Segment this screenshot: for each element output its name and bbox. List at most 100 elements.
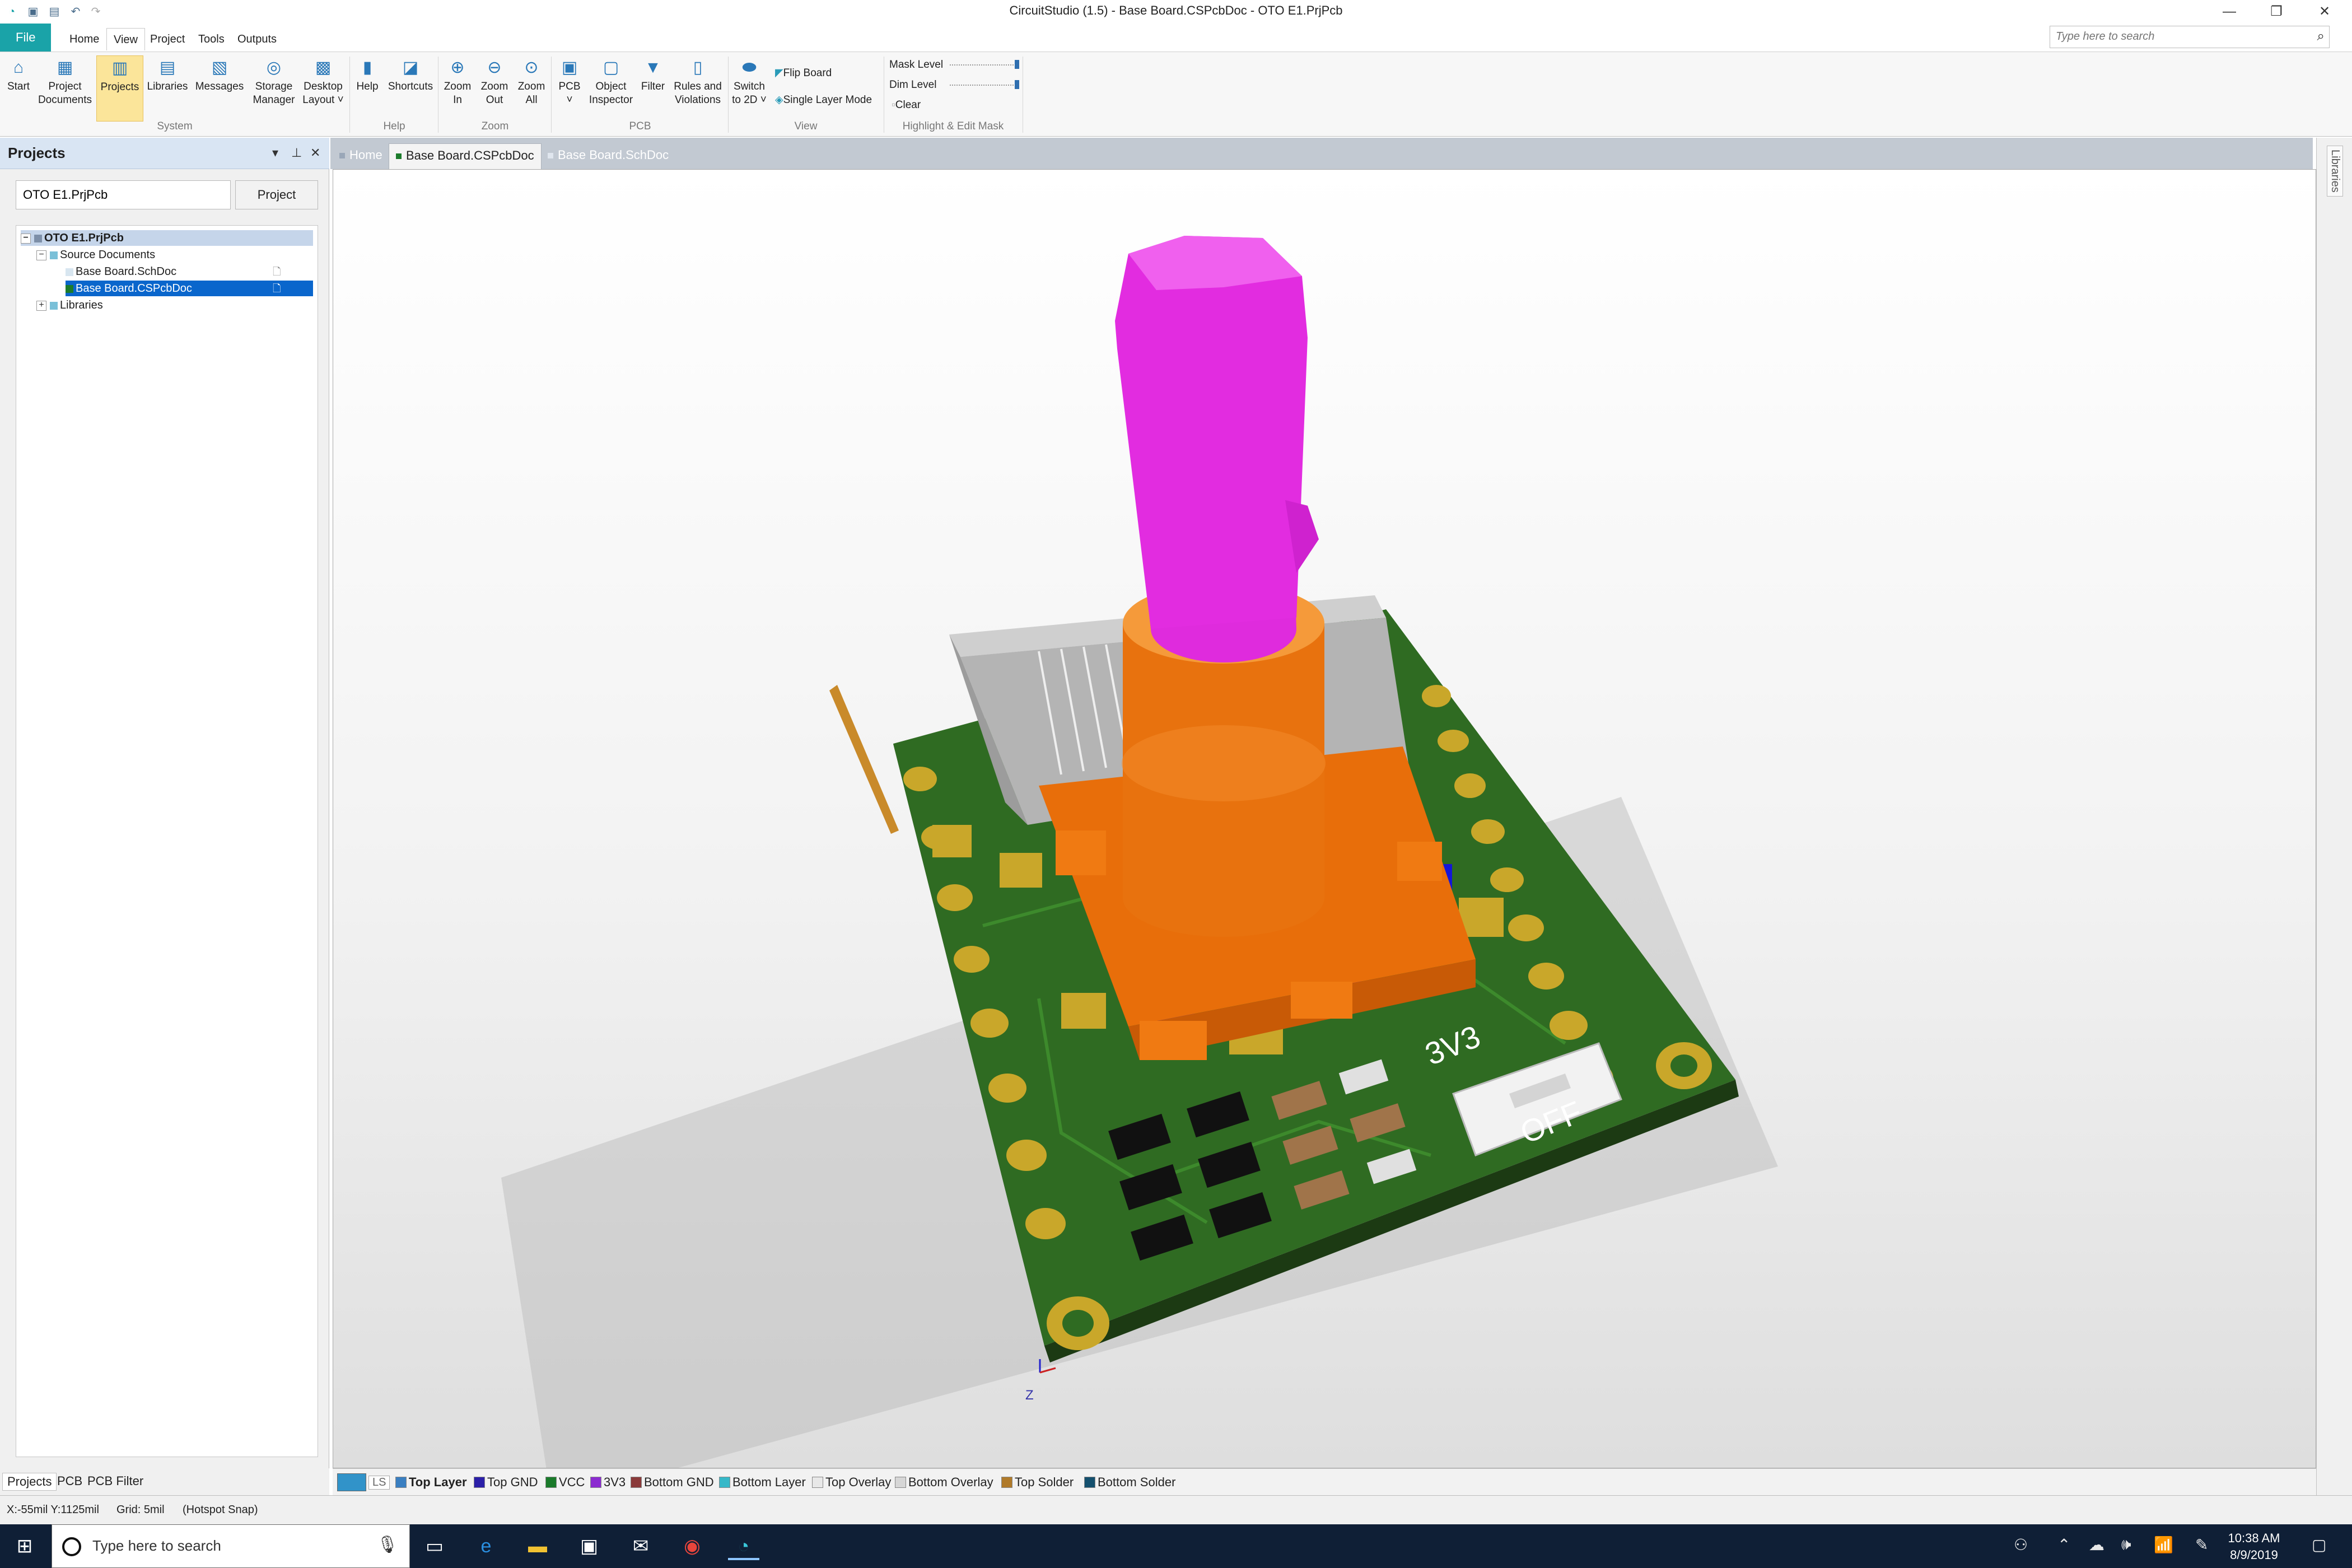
file-menu[interactable]: File [0,24,52,52]
taskbar-search[interactable]: Type here to search 🎙 [52,1524,410,1568]
pad [1454,773,1486,798]
pen-icon[interactable]: ✎ [2195,1536,2208,1554]
panel-menu-icon[interactable]: ▾ [272,146,278,160]
layer-tab-bottom-gnd[interactable]: Bottom GND [631,1474,714,1490]
zoom-all-icon: ⊙ [524,58,539,77]
encoder-collar-ring [1122,725,1326,801]
collapse-icon[interactable]: − [36,250,46,260]
file-explorer-icon[interactable]: ▬ [522,1532,553,1560]
single-layer-icon: ◈ [775,94,783,106]
search-input[interactable] [2050,26,2297,46]
layer-set-button[interactable]: LS [368,1476,390,1490]
libraries-side-tab[interactable]: Libraries [2327,146,2343,197]
pcb-3d-viewport[interactable]: 3V3 OFF Z [333,169,2316,1468]
rules-violations-button[interactable]: ▯ Rules and Violations [670,55,726,122]
layer-tab-top-solder[interactable]: Top Solder [1001,1474,1074,1490]
encoder-tab [1140,1021,1207,1060]
close-icon[interactable]: ✕ [2299,0,2350,24]
people-icon[interactable]: ⚇ [2014,1536,2028,1554]
doc-tab-home[interactable]: Home [333,143,389,169]
help-button[interactable]: ▮ Help [352,55,383,122]
group-label-system: System [157,120,193,132]
current-layer-color[interactable] [337,1473,366,1491]
circuitstudio-icon[interactable]: ◔ [728,1532,759,1560]
filter-button[interactable]: ▼ Filter [636,55,670,122]
dim-level-slider[interactable] [950,85,1018,87]
onedrive-icon[interactable]: ☁ [2089,1536,2104,1554]
chevron-up-icon[interactable]: ⌃ [2057,1536,2070,1554]
minimize-icon[interactable]: — [2204,0,2255,24]
restore-icon[interactable]: ❐ [2251,0,2302,24]
storage-manager-button[interactable]: ◎ Storage Manager [249,55,299,122]
pin-icon[interactable]: ⊥ [291,146,302,160]
tab-tools[interactable]: Tools [192,28,231,50]
notifications-icon[interactable]: ▢ [2312,1536,2326,1554]
tab-view[interactable]: View [106,28,145,50]
object-inspector-button[interactable]: ▢ Object Inspector [587,55,635,122]
layer-tab-bottom-layer[interactable]: Bottom Layer [719,1474,806,1490]
flip-board-icon: ◤ [775,67,783,79]
project-documents-button[interactable]: ▦ Project Documents [36,55,94,122]
tree-node-project-root[interactable]: − OTO E1.PrjPcb [21,230,313,246]
menu-bar: File Home View Project Tools Outputs [0,24,2352,52]
start-button[interactable]: ⌂ Start [2,55,35,122]
windows-start-icon[interactable]: ⊞ [9,1532,40,1560]
search-icon[interactable]: ⌕ [2317,29,2325,44]
expand-icon[interactable]: + [36,300,46,311]
taskbar-clock[interactable]: 10:38 AM 8/9/2019 [2212,1530,2296,1564]
layer-tab-top-gnd[interactable]: Top GND [474,1474,538,1490]
pad [970,1009,1009,1038]
zoom-in-button[interactable]: ⊕ Zoom In [440,55,475,122]
project-tree[interactable]: − OTO E1.PrjPcb − Source Documents Base Bo… [16,225,318,1457]
volume-icon[interactable]: 🕪 [2121,1536,2131,1554]
shortcuts-button[interactable]: ◪ Shortcuts [385,55,436,122]
desktop-layout-button[interactable]: ▩ Desktop Layout ˅ [300,55,346,122]
project-button[interactable]: Project [235,180,318,209]
panel-tab-projects[interactable]: Projects [2,1473,57,1491]
zoom-all-button[interactable]: ⊙ Zoom All [514,55,549,122]
tab-project[interactable]: Project [143,28,192,50]
tab-home[interactable]: Home [63,28,106,50]
doc-tab-schematic[interactable]: Base Board.SchDoc [541,143,675,169]
panel-tab-pcb-filter[interactable]: PCB Filter [83,1473,148,1490]
dim-level-slider-thumb[interactable] [1015,80,1019,89]
single-layer-mode-button[interactable]: ◈Single Layer Mode [775,94,872,106]
tab-outputs[interactable]: Outputs [231,28,283,50]
doc-tab-pcb[interactable]: Base Board.CSPcbDoc [389,143,542,169]
layer-tab-top-overlay[interactable]: Top Overlay [812,1474,891,1490]
mask-level-slider[interactable] [950,64,1018,67]
layer-tab-3v3[interactable]: 3V3 [590,1474,626,1490]
messages-button[interactable]: ▧ Messages [193,55,246,122]
switch-to-2d-button[interactable]: ⬬ Switch to 2D ˅ [730,55,768,122]
microphone-icon[interactable]: 🎙 [377,1535,398,1555]
pcb-button[interactable]: ▣ PCB ˅ [553,55,586,122]
panel-tab-pcb[interactable]: PCB [53,1473,87,1490]
network-icon[interactable]: 📶 [2154,1536,2173,1554]
zoom-out-button[interactable]: ⊖ Zoom Out [477,55,512,122]
edge-icon[interactable]: e [470,1532,502,1560]
flip-board-button[interactable]: ◤Flip Board [775,67,832,80]
mail-icon[interactable]: ✉ [625,1532,656,1560]
layer-tab-top-layer[interactable]: Top Layer [395,1474,467,1490]
store-icon[interactable]: ▣ [573,1532,605,1560]
layer-tab-bottom-overlay[interactable]: Bottom Overlay [895,1474,993,1490]
tree-node-source-documents[interactable]: − Source Documents [36,247,155,263]
task-view-icon[interactable]: ▭ [419,1532,450,1560]
layer-tab-bottom-solder[interactable]: Bottom Solder [1084,1474,1175,1490]
panel-close-icon[interactable]: ✕ [310,146,320,160]
mask-level-label: Mask Level [889,59,944,71]
projects-button[interactable]: ▥ Projects [96,55,143,122]
search-box[interactable]: ⌕ [2050,26,2330,48]
document-status-icon: 🗋 [273,283,281,294]
tree-node-schdoc[interactable]: Base Board.SchDoc [66,264,176,279]
pad [1550,1011,1588,1040]
layer-tab-vcc[interactable]: VCC [545,1474,585,1490]
mask-level-slider-thumb[interactable] [1015,60,1019,69]
pcb-3d-scene[interactable]: 3V3 OFF Z [333,170,2316,1468]
tree-node-libraries[interactable]: + Libraries [36,297,103,313]
libraries-button[interactable]: ▤ Libraries [144,55,190,122]
collapse-icon[interactable]: − [21,233,31,244]
chrome-icon[interactable]: ◉ [676,1532,708,1560]
clear-mask-button[interactable]: ▫Clear [892,99,921,111]
project-field[interactable] [16,180,231,209]
